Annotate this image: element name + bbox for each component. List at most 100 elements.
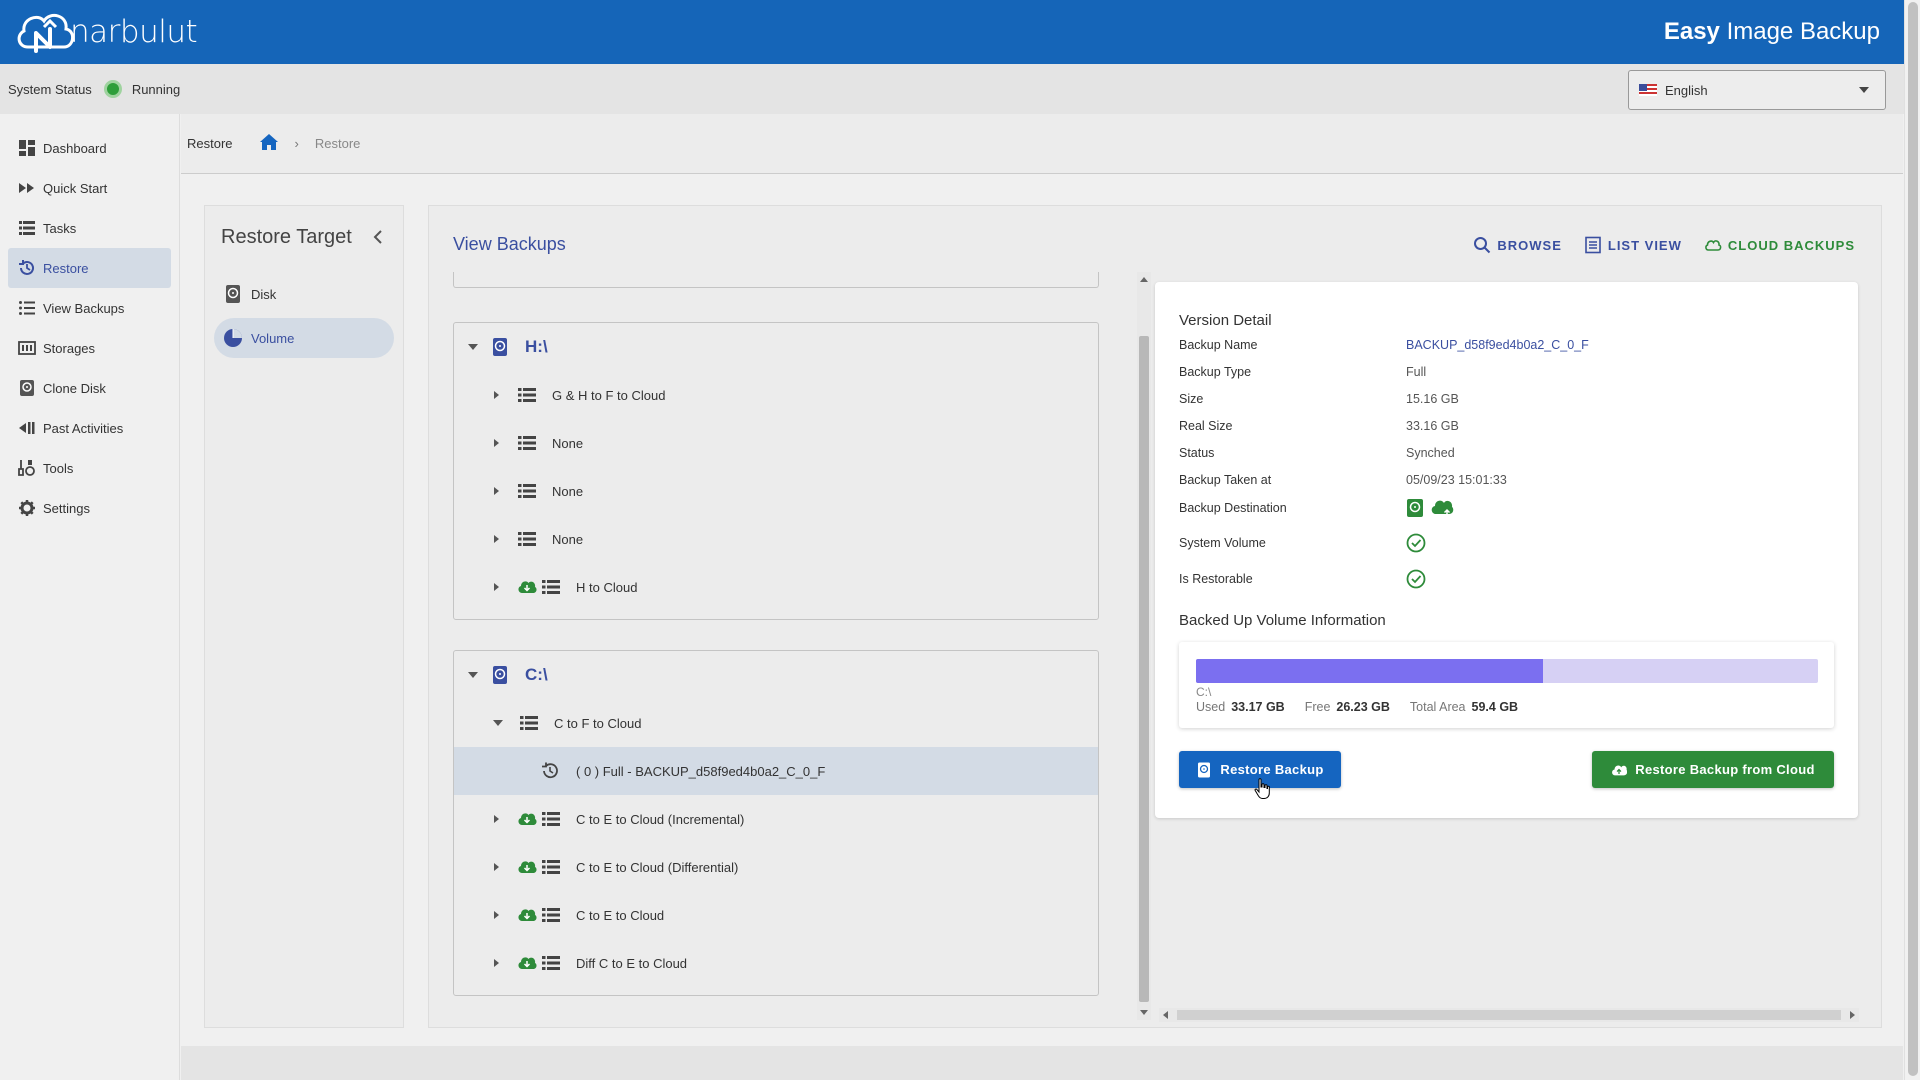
detail-row-backup-name: Backup Name BACKUP_d58f9ed4b0a2_C_0_F xyxy=(1179,338,1839,352)
collapse-caret-icon[interactable] xyxy=(468,672,478,678)
sidebar-item-view-backups[interactable]: View Backups xyxy=(8,288,171,328)
expand-caret-icon[interactable] xyxy=(494,863,499,871)
detail-value: Full xyxy=(1406,365,1427,379)
restore-icon xyxy=(19,260,34,275)
task-row[interactable]: None xyxy=(454,419,1098,467)
list-icon xyxy=(19,221,35,235)
expand-caret-icon[interactable] xyxy=(494,439,499,447)
sidebar-item-quick-start[interactable]: Quick Start xyxy=(8,168,171,208)
expand-caret-icon[interactable] xyxy=(494,959,499,967)
volume-info-box: C:\ Used 33.17 GB Free 26.23 GB Total Ar… xyxy=(1179,642,1834,728)
footer xyxy=(181,1046,1903,1080)
volume-usage-bar xyxy=(1196,659,1818,683)
task-row[interactable]: None xyxy=(454,467,1098,515)
sidebar-item-clone-disk[interactable]: Clone Disk xyxy=(8,368,171,408)
language-select[interactable]: English xyxy=(1628,70,1886,110)
tree-group-partial xyxy=(453,272,1099,288)
tree-scrollbar[interactable] xyxy=(1137,272,1151,1020)
task-row[interactable]: C to E to Cloud (Differential) xyxy=(454,843,1098,891)
task-row[interactable]: Diff C to E to Cloud xyxy=(454,939,1098,987)
detail-hscrollbar-thumb[interactable] xyxy=(1177,1010,1841,1020)
home-icon[interactable] xyxy=(259,133,279,154)
task-row[interactable]: H to Cloud xyxy=(454,563,1098,611)
task-row[interactable]: C to E to Cloud xyxy=(454,891,1098,939)
expand-caret-icon[interactable] xyxy=(494,535,499,543)
restore-from-cloud-label: Restore Backup from Cloud xyxy=(1635,762,1815,777)
detail-value-link[interactable]: BACKUP_d58f9ed4b0a2_C_0_F xyxy=(1406,338,1589,352)
sidebar-item-tasks[interactable]: Tasks xyxy=(8,208,171,248)
status-indicator-icon xyxy=(103,80,122,98)
task-row[interactable]: G & H to F to Cloud xyxy=(454,371,1098,419)
target-item-disk[interactable]: Disk xyxy=(214,274,394,314)
drive-row-c[interactable]: C:\ xyxy=(454,651,1098,699)
detail-value: Synched xyxy=(1406,446,1455,460)
expand-caret-icon[interactable] xyxy=(494,911,499,919)
scroll-down-icon[interactable] xyxy=(1140,1010,1148,1015)
target-item-volume[interactable]: Volume xyxy=(214,318,394,358)
system-status-value: Running xyxy=(131,81,181,97)
detail-value xyxy=(1406,498,1454,518)
detail-hscrollbar[interactable] xyxy=(1159,1008,1859,1022)
list-view-button[interactable]: LIST VIEW xyxy=(1584,236,1682,254)
detail-row-backup-taken: Backup Taken at 05/09/23 15:01:33 xyxy=(1179,473,1839,487)
restore-backup-from-cloud-button[interactable]: Restore Backup from Cloud xyxy=(1592,751,1834,788)
task-label: C to E to Cloud xyxy=(576,907,665,923)
detail-key: System Volume xyxy=(1179,536,1266,550)
page-scrollbar[interactable] xyxy=(1904,0,1920,1080)
list-icon xyxy=(542,908,560,922)
used-value: 33.17 GB xyxy=(1231,700,1285,714)
scroll-right-icon[interactable] xyxy=(1850,1011,1855,1019)
free-value: 26.23 GB xyxy=(1336,700,1390,714)
version-label: ( 0 ) Full - BACKUP_d58f9ed4b0a2_C_0_F xyxy=(576,763,826,779)
drive-row-h[interactable]: H:\ xyxy=(454,323,1098,371)
detail-row-size: Size 15.16 GB xyxy=(1179,392,1839,406)
page-title: Restore xyxy=(187,136,233,151)
history-icon xyxy=(542,762,558,779)
detail-value xyxy=(1406,569,1426,589)
collapse-caret-icon[interactable] xyxy=(468,344,478,350)
browse-button[interactable]: BROWSE xyxy=(1473,236,1562,254)
dashboard-icon xyxy=(19,140,35,156)
used-label: Used xyxy=(1196,700,1226,714)
list-icon xyxy=(518,484,536,498)
narbulut-logo[interactable]: narbulut xyxy=(14,7,198,57)
collapse-caret-icon[interactable] xyxy=(493,720,503,726)
expand-caret-icon[interactable] xyxy=(494,391,499,399)
detail-key: Backup Name xyxy=(1179,338,1258,352)
expand-caret-icon[interactable] xyxy=(494,583,499,591)
task-label: C to E to Cloud (Differential) xyxy=(576,859,739,875)
task-label: C to E to Cloud (Incremental) xyxy=(576,811,745,827)
sidebar-item-restore[interactable]: Restore xyxy=(8,248,171,288)
top-bar: narbulut Easy Image Backup xyxy=(0,0,1904,64)
disk-icon xyxy=(1198,762,1211,777)
cloud-backups-button[interactable]: CLOUD BACKUPS xyxy=(1704,236,1855,254)
list-icon xyxy=(542,580,560,594)
task-row[interactable]: C to F to Cloud xyxy=(454,699,1098,747)
scroll-left-icon[interactable] xyxy=(1163,1011,1168,1019)
detail-key: Size xyxy=(1179,392,1204,406)
task-row[interactable]: C to E to Cloud (Incremental) xyxy=(454,795,1098,843)
target-item-label: Volume xyxy=(251,330,295,346)
version-row-selected[interactable]: ( 0 ) Full - BACKUP_d58f9ed4b0a2_C_0_F xyxy=(454,747,1098,795)
sidebar-item-past-activities[interactable]: Past Activities xyxy=(8,408,171,448)
detail-key: Backup Taken at xyxy=(1179,473,1272,487)
scroll-up-icon[interactable] xyxy=(1140,277,1148,282)
task-row[interactable]: None xyxy=(454,515,1098,563)
sidebar-item-storages[interactable]: Storages xyxy=(8,328,171,368)
volume-drive-label: C:\ xyxy=(1196,685,1212,699)
tree-scrollbar-thumb[interactable] xyxy=(1139,336,1149,1002)
sidebar-item-tools[interactable]: Tools xyxy=(8,448,171,488)
page-scrollbar-thumb[interactable] xyxy=(1908,2,1918,1076)
detail-key: Backup Type xyxy=(1179,365,1252,379)
expand-caret-icon[interactable] xyxy=(494,815,499,823)
sidebar-item-settings[interactable]: Settings xyxy=(8,488,171,528)
list-icon xyxy=(518,436,536,450)
pie-chart-icon xyxy=(224,329,242,347)
sidebar-item-dashboard[interactable]: Dashboard xyxy=(8,128,171,168)
free-label: Free xyxy=(1304,700,1331,714)
check-circle-icon xyxy=(1406,533,1426,553)
expand-caret-icon[interactable] xyxy=(494,487,499,495)
collapse-panel-button[interactable] xyxy=(373,230,383,247)
list-icon xyxy=(542,860,560,874)
check-circle-icon xyxy=(1406,569,1426,589)
